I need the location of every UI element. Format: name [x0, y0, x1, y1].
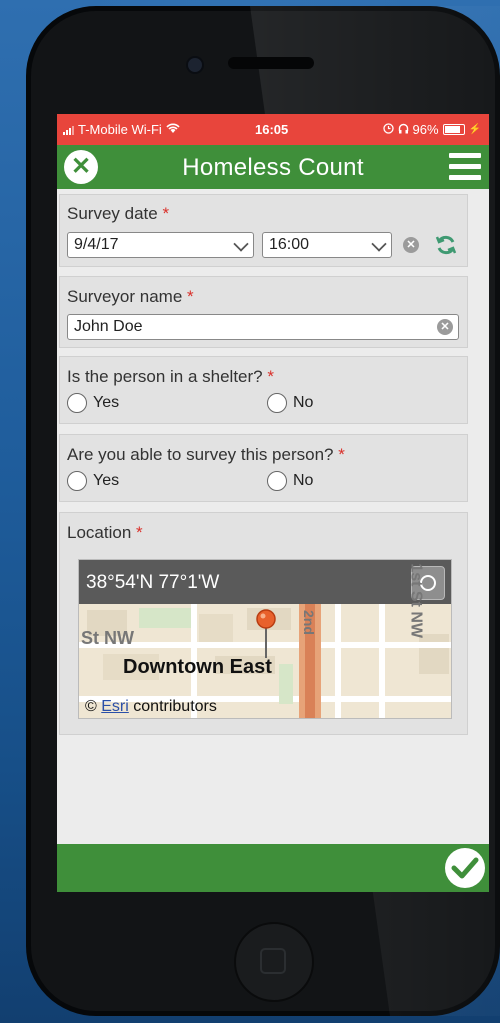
alarm-icon: [382, 122, 394, 137]
area-label: Downtown East: [123, 656, 272, 678]
date-value: 9/4/17: [74, 236, 119, 253]
street-label-right: 1st St NW: [408, 563, 425, 638]
surveyor-name-input[interactable]: John Doe ✕: [67, 314, 459, 340]
clear-date-icon[interactable]: ✕: [403, 237, 419, 253]
carrier-group: T-Mobile Wi-Fi: [63, 122, 180, 137]
surveyor-name-label: Surveyor name *: [67, 287, 194, 306]
date-dropdown[interactable]: 9/4/17: [67, 232, 254, 258]
earpiece-speaker: [228, 57, 314, 69]
front-camera: [186, 56, 204, 74]
required-mark: *: [162, 204, 170, 223]
survey-yes-radio[interactable]: Yes: [67, 471, 119, 491]
map-pin-icon: [255, 608, 277, 665]
status-bar: T-Mobile Wi-Fi 16:05 96% ⚡: [57, 114, 489, 145]
time-dropdown[interactable]: 16:00: [262, 232, 392, 258]
app-header: ✕ Homeless Count: [57, 145, 489, 189]
location-card: Location * 38°54'N 77°1'W St NW Downtown…: [59, 512, 468, 735]
survey-date-label: Survey date *: [67, 204, 170, 223]
map-tiles: St NW Downtown East 1st St NW 2nd © Esri…: [79, 563, 451, 718]
clock: 16:05: [255, 122, 289, 137]
wifi-icon: [166, 122, 180, 137]
required-mark: *: [338, 445, 345, 464]
radio-label: No: [293, 394, 314, 411]
surveyor-name-card: Surveyor name * John Doe ✕: [59, 276, 468, 348]
street-label-left: St NW: [81, 628, 134, 648]
form-content: Survey date * 9/4/17 16:00 ✕ Surveyor na…: [57, 189, 489, 844]
surveyor-name-value: John Doe: [74, 318, 143, 335]
coordinates-bar: 38°54'N 77°1'W: [79, 560, 451, 604]
location-label: Location *: [67, 523, 143, 542]
location-map[interactable]: 38°54'N 77°1'W St NW Downtown East 1st S…: [78, 559, 452, 719]
signal-icon: [63, 125, 74, 135]
radio-label: Yes: [93, 472, 120, 489]
map-attribution: © Esri contributors: [85, 698, 217, 715]
battery-icon: [442, 124, 465, 135]
submit-button[interactable]: [445, 848, 485, 888]
radio-circle: [267, 393, 287, 413]
radio-circle: [67, 471, 87, 491]
chevron-down-icon: [233, 236, 249, 252]
coordinates-readout: 38°54'N 77°1'W: [86, 572, 220, 593]
radio-label: No: [293, 472, 314, 489]
radio-label: Yes: [93, 394, 120, 411]
required-mark: *: [267, 367, 274, 386]
street-label-top: 2nd: [301, 610, 317, 635]
survey-ability-card: Are you able to survey this person? * Ye…: [59, 434, 468, 502]
hamburger-menu-icon[interactable]: [449, 153, 481, 181]
time-value: 16:00: [269, 236, 310, 253]
radio-circle: [267, 471, 287, 491]
shelter-yes-radio[interactable]: Yes: [67, 393, 119, 413]
page-title: Homeless Count: [182, 154, 364, 181]
app-screen: T-Mobile Wi-Fi 16:05 96% ⚡ ✕ Homeless Co…: [57, 114, 489, 892]
shelter-no-radio[interactable]: No: [267, 393, 313, 413]
survey-no-radio[interactable]: No: [267, 471, 313, 491]
checkmark-icon: [451, 857, 479, 879]
clear-input-icon[interactable]: ✕: [437, 319, 453, 335]
charging-icon: ⚡: [468, 124, 481, 135]
survey-ability-label: Are you able to survey this person? *: [67, 445, 345, 464]
carrier-name: T-Mobile Wi-Fi: [78, 122, 162, 137]
shelter-question-card: Is the person in a shelter? * Yes No: [59, 356, 468, 424]
survey-date-card: Survey date * 9/4/17 16:00 ✕: [59, 194, 468, 267]
bottom-toolbar: [57, 844, 489, 892]
headphones-icon: [398, 122, 409, 137]
shelter-question-label: Is the person in a shelter? *: [67, 367, 274, 386]
radio-circle: [67, 393, 87, 413]
refresh-icon[interactable]: [434, 233, 458, 262]
battery-percent: 96%: [412, 122, 439, 137]
home-button-icon: [260, 948, 286, 974]
required-mark: *: [187, 287, 194, 306]
esri-link[interactable]: Esri: [101, 698, 129, 715]
required-mark: *: [136, 523, 143, 542]
chevron-down-icon: [371, 236, 387, 252]
status-right-group: 96% ⚡: [382, 122, 481, 137]
